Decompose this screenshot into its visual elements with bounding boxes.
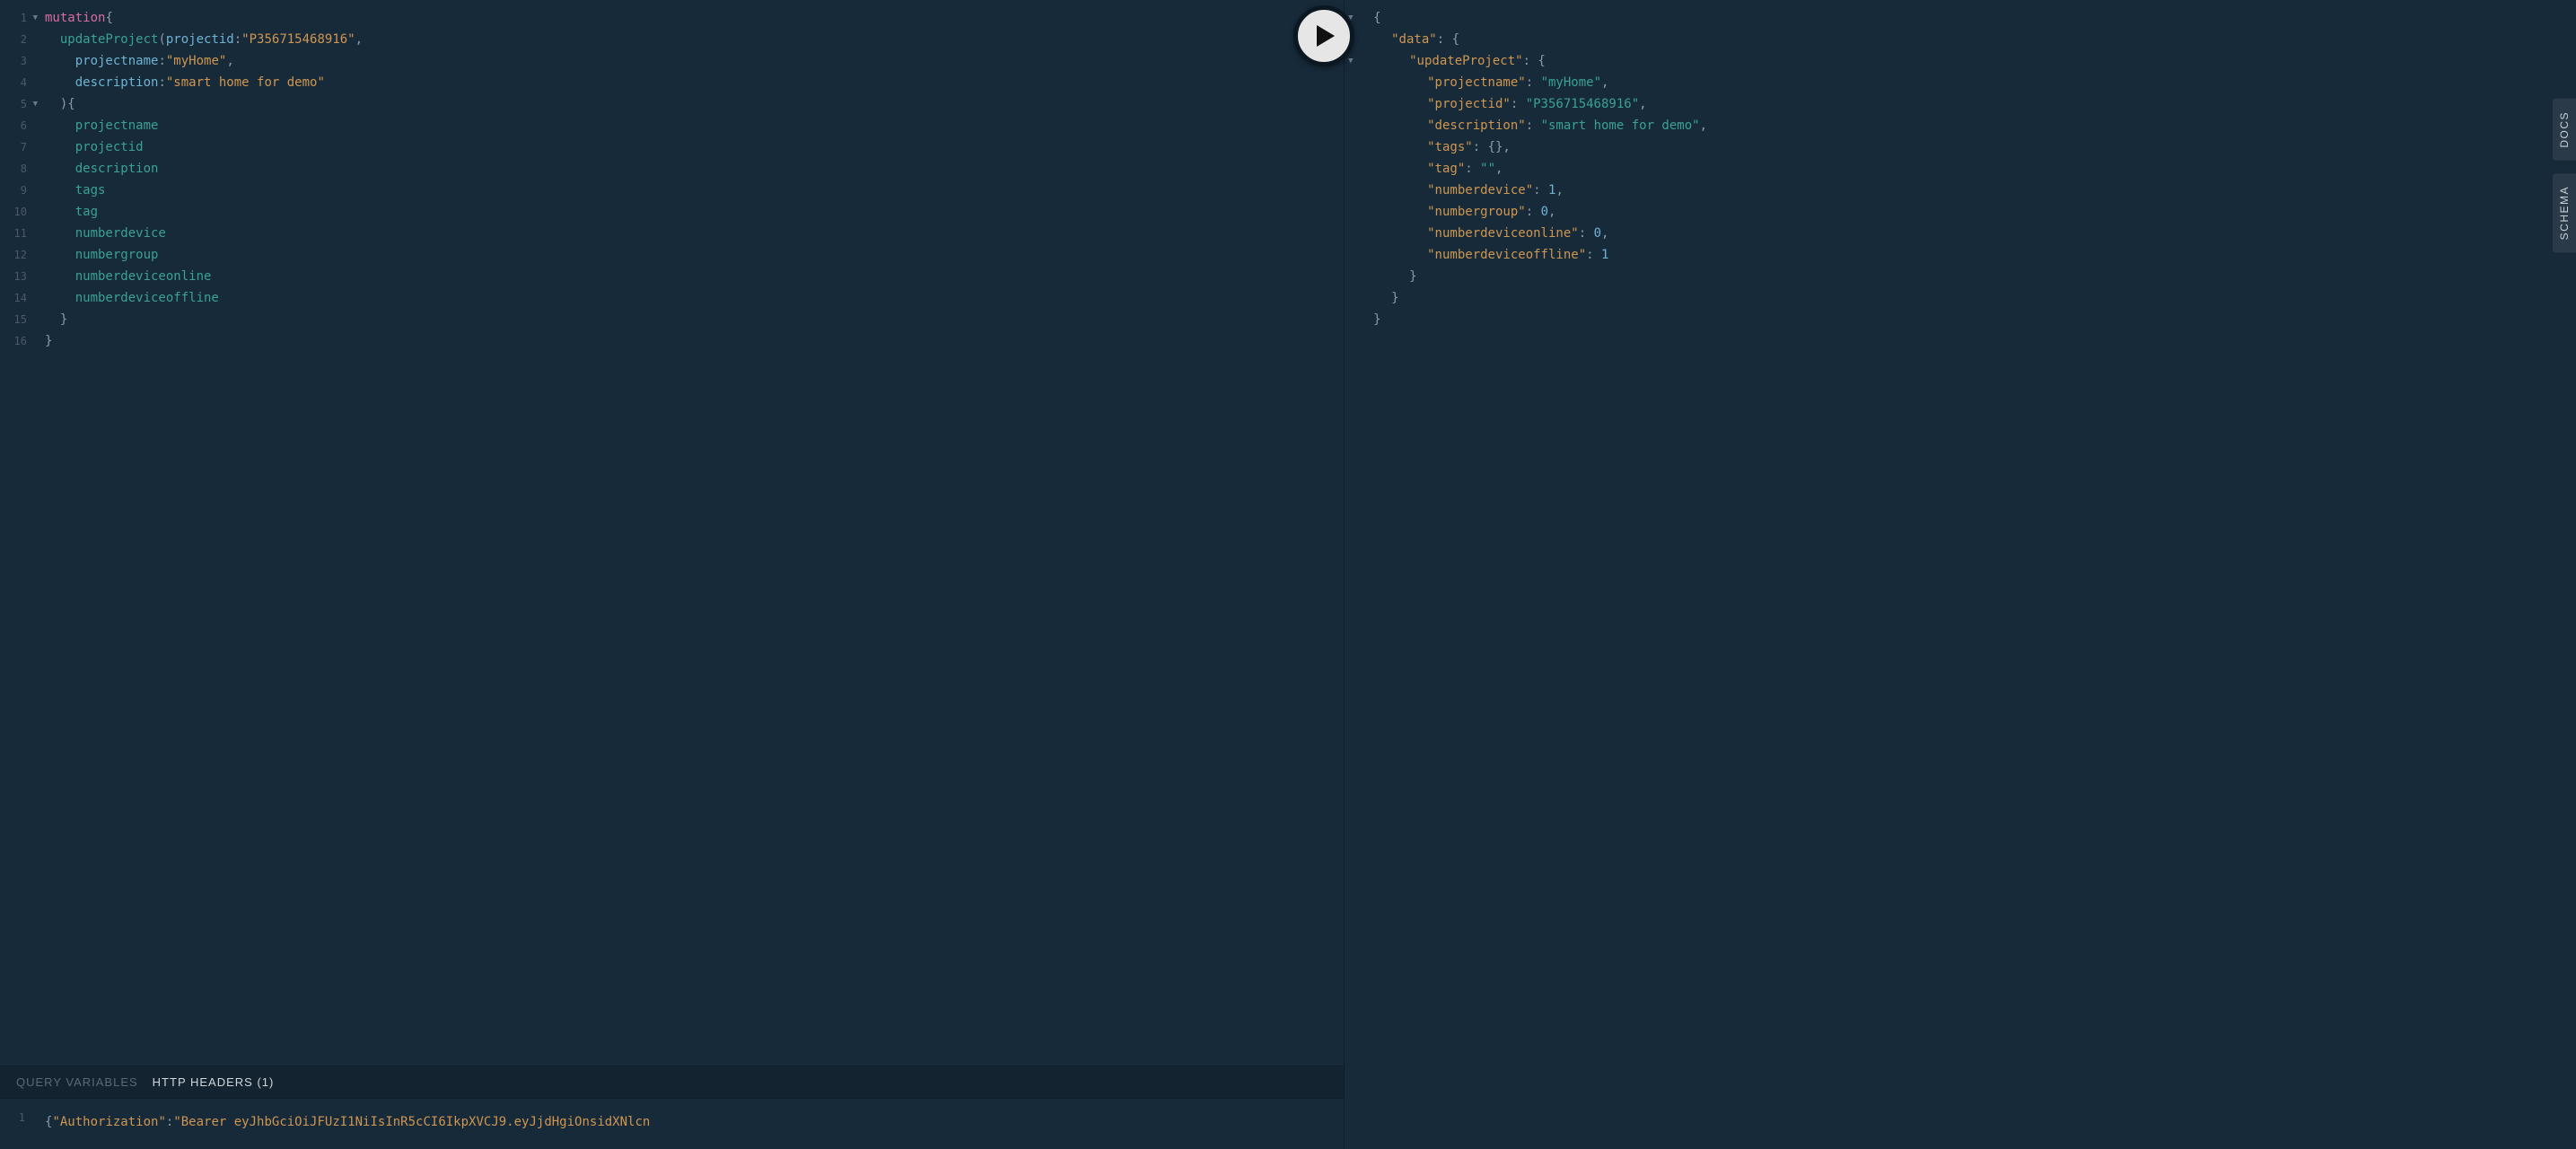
code-line[interactable]: numberdeviceoffline xyxy=(45,287,1344,309)
code-line[interactable]: projectname xyxy=(45,115,1344,136)
code-line[interactable]: numbergroup xyxy=(45,244,1344,266)
graphql-playground: 1▼2345▼678910111213141516 mutation{ upda… xyxy=(0,0,2576,1149)
bottom-panel: QUERY VARIABLES HTTP HEADERS (1) 1 {"Aut… xyxy=(0,1066,1344,1149)
json-line: "tag": "", xyxy=(1359,158,2576,180)
line-number: 1▼ xyxy=(0,7,27,29)
query-pane: 1▼2345▼678910111213141516 mutation{ upda… xyxy=(0,0,1345,1149)
code-line[interactable]: tag xyxy=(45,201,1344,223)
json-line: "projectname": "myHome", xyxy=(1359,72,2576,93)
code-line[interactable]: description xyxy=(45,158,1344,180)
line-number: 15 xyxy=(0,309,27,330)
line-number: 9 xyxy=(0,180,27,201)
line-number: 7 xyxy=(0,136,27,158)
line-number: 10 xyxy=(0,201,27,223)
headers-gutter: 1 xyxy=(0,1111,31,1133)
line-number: 3 xyxy=(0,50,27,72)
line-gutter: 1▼2345▼678910111213141516 xyxy=(0,7,31,1066)
code-line[interactable]: description:"smart home for demo" xyxy=(45,72,1344,93)
line-number: 13 xyxy=(0,266,27,287)
json-line: "tags": {}, xyxy=(1359,136,2576,158)
code-line[interactable]: numberdeviceonline xyxy=(45,266,1344,287)
line-number: 6 xyxy=(0,115,27,136)
json-line: "numbergroup": 0, xyxy=(1359,201,2576,223)
code-line[interactable]: updateProject(projectid:"P356715468916", xyxy=(45,29,1344,50)
line-number: 2 xyxy=(0,29,27,50)
response-json[interactable]: ▼{▼"data": {▼"updateProject": {"projectn… xyxy=(1355,7,2576,330)
fold-arrow-icon[interactable]: ▼ xyxy=(29,7,38,29)
execute-button[interactable] xyxy=(1293,5,1354,66)
json-line: "numberdeviceonline": 0, xyxy=(1359,223,2576,244)
line-number: 16 xyxy=(0,330,27,352)
json-line: "numberdeviceoffline": 1 xyxy=(1359,244,2576,266)
line-number: 5▼ xyxy=(0,93,27,115)
headers-code[interactable]: {"Authorization":"Bearer eyJhbGciOiJFUzI… xyxy=(31,1111,1344,1133)
code-line[interactable]: tags xyxy=(45,180,1344,201)
json-line: ▼"updateProject": { xyxy=(1359,50,2576,72)
json-line: ▼{ xyxy=(1359,7,2576,29)
json-line: } xyxy=(1359,309,2576,330)
bottom-tab-bar: QUERY VARIABLES HTTP HEADERS (1) xyxy=(0,1066,1344,1099)
headers-editor[interactable]: 1 {"Authorization":"Bearer eyJhbGciOiJFU… xyxy=(0,1099,1344,1149)
fold-arrow-icon[interactable]: ▼ xyxy=(1348,50,1353,72)
line-number: 14 xyxy=(0,287,27,309)
code-line[interactable]: } xyxy=(45,330,1344,352)
fold-arrow-icon[interactable]: ▼ xyxy=(29,93,38,115)
query-editor[interactable]: 1▼2345▼678910111213141516 mutation{ upda… xyxy=(0,0,1344,1066)
code-line[interactable]: } xyxy=(45,309,1344,330)
json-line: ▼"data": { xyxy=(1359,29,2576,50)
line-number: 8 xyxy=(0,158,27,180)
tab-http-headers[interactable]: HTTP HEADERS (1) xyxy=(153,1075,275,1089)
json-line: } xyxy=(1359,266,2576,287)
json-line: "numberdevice": 1, xyxy=(1359,180,2576,201)
json-line: "projectid": "P356715468916", xyxy=(1359,93,2576,115)
code-line[interactable]: ){ xyxy=(45,93,1344,115)
code-line[interactable]: {"Authorization":"Bearer eyJhbGciOiJFUzI… xyxy=(45,1111,1344,1133)
response-pane: ▼{▼"data": {▼"updateProject": {"projectn… xyxy=(1345,0,2576,1149)
code-line[interactable]: mutation{ xyxy=(45,7,1344,29)
tab-query-variables[interactable]: QUERY VARIABLES xyxy=(16,1075,138,1089)
play-icon xyxy=(1315,23,1336,48)
schema-toggle[interactable]: SCHEMA xyxy=(2553,173,2576,252)
json-line: "description": "smart home for demo", xyxy=(1359,115,2576,136)
line-number: 1 xyxy=(0,1111,25,1124)
code-line[interactable]: numberdevice xyxy=(45,223,1344,244)
query-code[interactable]: mutation{ updateProject(projectid:"P3567… xyxy=(31,7,1344,1066)
code-line[interactable]: projectid xyxy=(45,136,1344,158)
side-toggles: DOCS SCHEMA xyxy=(2553,99,2576,252)
line-number: 12 xyxy=(0,244,27,266)
code-line[interactable]: projectname:"myHome", xyxy=(45,50,1344,72)
line-number: 4 xyxy=(0,72,27,93)
line-number: 11 xyxy=(0,223,27,244)
json-line: } xyxy=(1359,287,2576,309)
docs-toggle[interactable]: DOCS xyxy=(2553,99,2576,161)
